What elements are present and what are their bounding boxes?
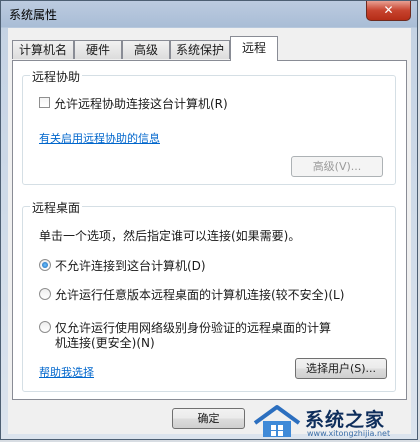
remote-tab-panel: 远程协助 允许远程协助连接这台计算机(R) 有关启用远程协助的信息 高级(V).… bbox=[12, 60, 407, 400]
remote-desktop-title: 远程桌面 bbox=[30, 199, 83, 216]
advanced-button[interactable]: 高级(V)... bbox=[291, 156, 383, 177]
radio-allow-nla-only[interactable] bbox=[39, 321, 51, 333]
tab-advanced[interactable]: 高级 bbox=[122, 40, 170, 59]
radio-allow-any-version[interactable] bbox=[39, 288, 51, 300]
radio-allow-any-version-label[interactable]: 允许运行任意版本远程桌面的计算机连接(较不安全)(L) bbox=[55, 286, 344, 303]
close-button[interactable]: ✕ bbox=[366, 1, 411, 21]
remote-desktop-group: 远程桌面 单击一个选项，然后指定谁可以连接(如果需要)。 不允许连接到这台计算机… bbox=[22, 199, 396, 392]
watermark-url: www.xitongzhijia.net bbox=[307, 429, 391, 438]
tab-computer-name[interactable]: 计算机名 bbox=[12, 40, 74, 59]
house-logo-icon bbox=[253, 405, 301, 437]
select-users-button[interactable]: 选择用户(S)... bbox=[295, 358, 387, 379]
system-properties-window: 系统属性 ✕ 计算机名 硬件 高级 系统保护 远程 远程协助 允许远程协助连接这… bbox=[0, 0, 418, 440]
remote-assistance-info-link[interactable]: 有关启用远程协助的信息 bbox=[39, 130, 160, 146]
dialog-client-area: 计算机名 硬件 高级 系统保护 远程 远程协助 允许远程协助连接这台计算机(R)… bbox=[8, 28, 411, 434]
site-watermark: 系统之家 www.xitongzhijia.net bbox=[247, 401, 417, 439]
remote-assistance-title: 远程协助 bbox=[30, 68, 83, 85]
radio-allow-nla-only-label-line2[interactable]: 机连接(更安全)(N) bbox=[55, 334, 155, 351]
radio-disallow-connections[interactable] bbox=[39, 259, 51, 271]
watermark-text: 系统之家 bbox=[305, 409, 386, 431]
tab-system-protection[interactable]: 系统保护 bbox=[170, 40, 230, 59]
remote-assistance-group: 远程协助 允许远程协助连接这台计算机(R) 有关启用远程协助的信息 高级(V).… bbox=[22, 68, 396, 185]
help-me-choose-link[interactable]: 帮助我选择 bbox=[39, 364, 94, 380]
radio-disallow-connections-label[interactable]: 不允许连接到这台计算机(D) bbox=[55, 257, 206, 274]
window-title: 系统属性 bbox=[9, 8, 58, 22]
remote-desktop-instruction: 单击一个选项，然后指定谁可以连接(如果需要)。 bbox=[39, 229, 301, 243]
title-bar[interactable]: 系统属性 ✕ bbox=[1, 1, 417, 27]
allow-remote-assistance-label[interactable]: 允许远程协助连接这台计算机(R) bbox=[54, 95, 228, 112]
allow-remote-assistance-checkbox[interactable] bbox=[39, 97, 50, 108]
tab-remote[interactable]: 远程 bbox=[230, 36, 278, 61]
ok-button[interactable]: 确定 bbox=[172, 408, 245, 429]
tab-hardware[interactable]: 硬件 bbox=[74, 40, 122, 59]
